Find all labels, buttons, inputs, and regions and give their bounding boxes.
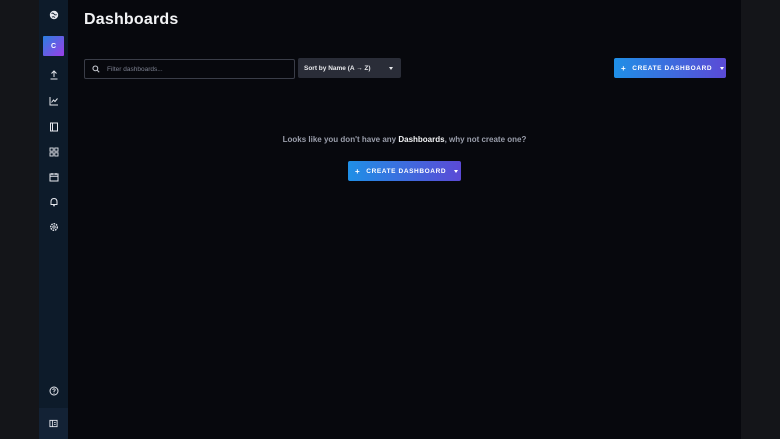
- main-content: Dashboards Sort by Name (A → Z) + CREATE…: [68, 0, 741, 439]
- create-dashboard-button[interactable]: + CREATE DASHBOARD: [614, 58, 726, 78]
- org-initial: C: [50, 42, 57, 50]
- search-icon: [92, 65, 100, 73]
- search-box[interactable]: [84, 59, 295, 79]
- collapse-sidebar-button[interactable]: [39, 408, 68, 439]
- book-icon[interactable]: [39, 117, 68, 137]
- empty-state-text-after: , why not create one?: [444, 135, 527, 144]
- bell-icon[interactable]: [39, 192, 68, 212]
- caret-down-icon: [720, 66, 725, 70]
- caret-down-icon: [389, 66, 393, 70]
- left-gutter: [0, 0, 39, 439]
- empty-state-message: Looks like you don't have any Dashboards…: [68, 135, 741, 144]
- empty-state-text-before: Looks like you don't have any: [282, 135, 399, 144]
- org-avatar[interactable]: C: [43, 36, 64, 56]
- plus-icon: +: [355, 166, 361, 176]
- sidebar: C: [39, 0, 68, 439]
- plus-icon: +: [621, 63, 627, 73]
- empty-state-highlight: Dashboards: [398, 135, 445, 144]
- search-input[interactable]: [105, 64, 289, 74]
- sort-label: Sort by Name (A → Z): [304, 64, 371, 72]
- right-gutter: [741, 0, 780, 439]
- page-title: Dashboards: [84, 11, 179, 28]
- create-dashboard-label: CREATE DASHBOARD: [366, 167, 447, 175]
- line-chart-icon[interactable]: [39, 91, 68, 111]
- help-icon[interactable]: [39, 381, 68, 401]
- caret-down-icon: [454, 169, 459, 173]
- dashboard-grid-icon[interactable]: [39, 142, 68, 162]
- sort-dropdown[interactable]: Sort by Name (A → Z): [298, 58, 401, 78]
- upload-icon[interactable]: [39, 65, 68, 85]
- empty-state-create-dashboard-button[interactable]: + CREATE DASHBOARD: [348, 161, 461, 181]
- gear-icon[interactable]: [39, 217, 68, 237]
- calendar-icon[interactable]: [39, 167, 68, 187]
- create-dashboard-label: CREATE DASHBOARD: [632, 64, 713, 72]
- collapse-sidebar-icon: [49, 419, 58, 428]
- globe-logo-icon[interactable]: [39, 5, 68, 25]
